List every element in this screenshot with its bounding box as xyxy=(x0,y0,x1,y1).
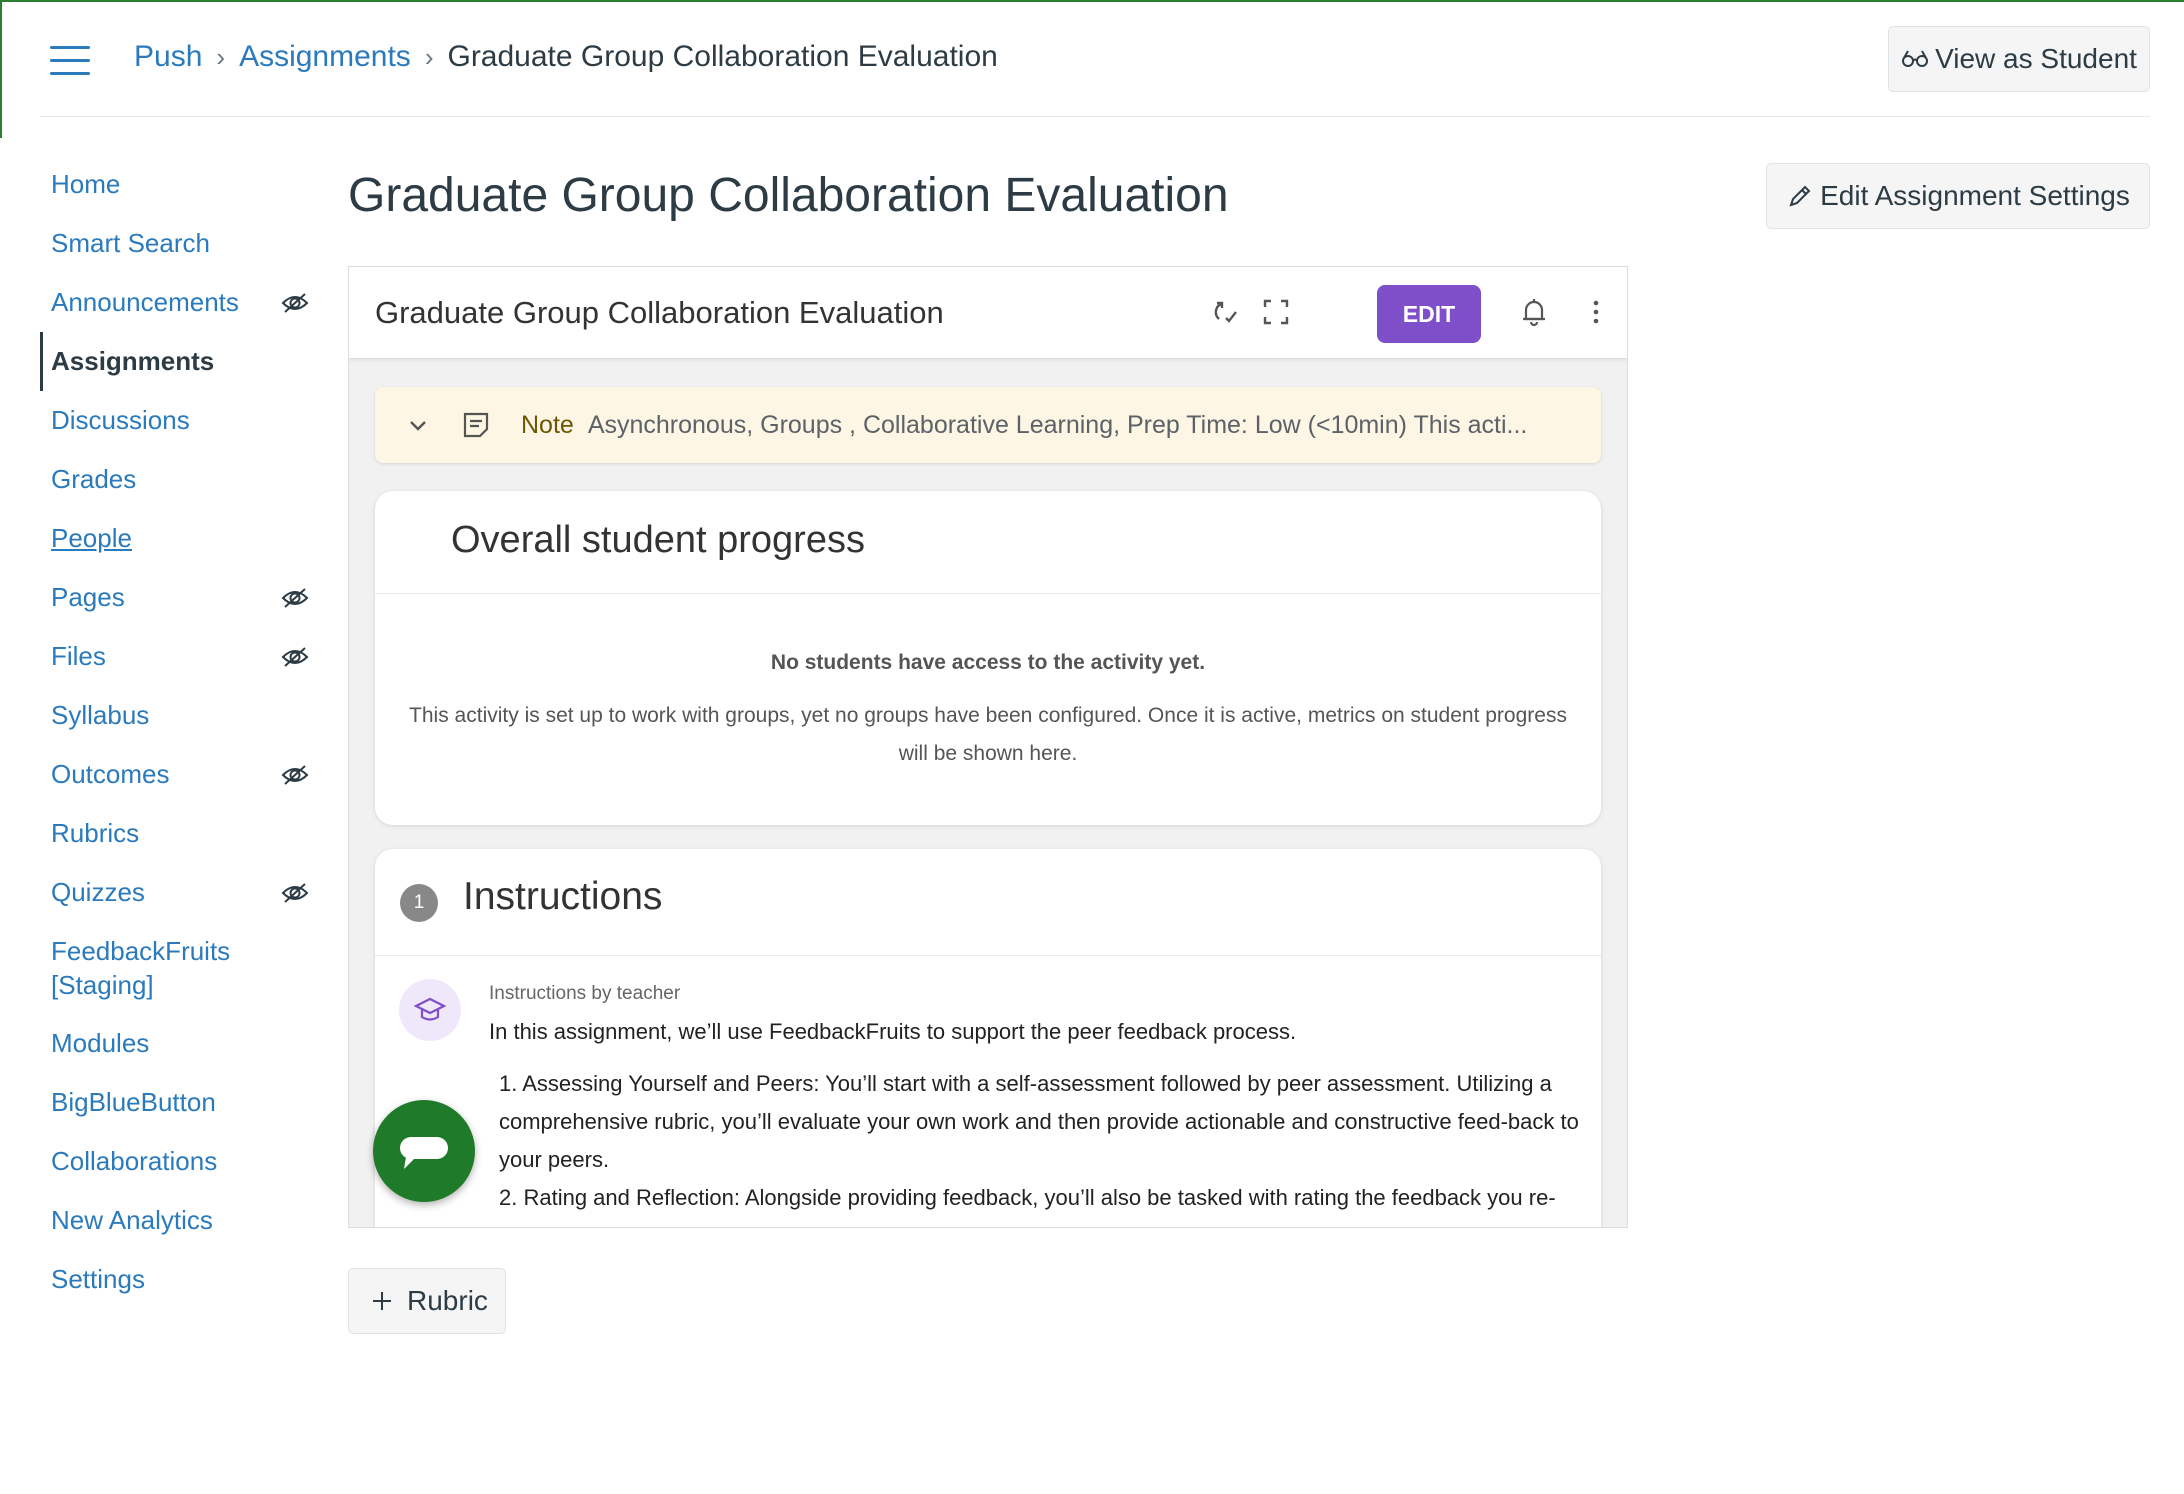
divider xyxy=(375,955,1601,956)
hamburger-menu-icon[interactable] xyxy=(50,46,90,76)
sidebar-item-smart-search[interactable]: Smart Search xyxy=(40,214,310,273)
divider xyxy=(375,593,1601,594)
chevron-right-icon: › xyxy=(216,41,226,72)
activity-header: Graduate Group Collaboration Evaluation … xyxy=(349,267,1627,359)
breadcrumb-course-link[interactable]: Push xyxy=(134,40,202,74)
graduation-cap-icon xyxy=(414,997,446,1021)
left-accent-bar xyxy=(0,0,2,138)
chat-button[interactable] xyxy=(373,1100,475,1202)
note-banner[interactable]: Note Asynchronous, Groups , Collaborativ… xyxy=(375,387,1601,463)
more-vertical-icon[interactable] xyxy=(1579,295,1613,329)
progress-empty-title: No students have access to the activity … xyxy=(770,651,1206,674)
activity-title: Graduate Group Collaboration Evaluation xyxy=(375,295,944,330)
header: Push › Assignments › Graduate Group Coll… xyxy=(40,2,2150,117)
sidebar-item-quizzes[interactable]: Quizzes xyxy=(40,863,310,922)
progress-heading: Overall student progress xyxy=(451,519,865,561)
bell-icon[interactable] xyxy=(1517,295,1551,329)
plus-icon xyxy=(373,1292,391,1310)
instructions-heading: Instructions xyxy=(463,875,663,918)
progress-empty-body: This activity is set up to work with gro… xyxy=(409,704,1567,765)
note-label: Note xyxy=(521,410,574,439)
chat-bubble-icon xyxy=(400,1137,448,1169)
eye-slash-icon xyxy=(281,646,309,667)
sidebar-item-people[interactable]: People xyxy=(40,509,310,568)
eye-slash-icon xyxy=(281,882,309,903)
instruction-step: 1. Assessing Yourself and Peers: You’ll … xyxy=(499,1071,1579,1172)
sidebar-item-settings[interactable]: Settings xyxy=(40,1250,310,1309)
view-as-student-label: View as Student xyxy=(1935,43,2137,74)
edit-assignment-settings-button[interactable]: Edit Assignment Settings xyxy=(1766,163,2150,229)
rubric-label: Rubric xyxy=(407,1285,488,1316)
pencil-icon xyxy=(1789,185,1811,207)
student-progress-card: Overall student progress No students hav… xyxy=(375,491,1601,825)
sidebar-item-bigbluebutton[interactable]: BigBlueButton xyxy=(40,1073,310,1132)
sidebar-item-discussions[interactable]: Discussions xyxy=(40,391,310,450)
step-number-badge: 1 xyxy=(400,884,438,922)
chevron-right-icon: › xyxy=(424,41,434,72)
sidebar-item-collaborations[interactable]: Collaborations xyxy=(40,1132,310,1191)
note-icon xyxy=(463,412,489,438)
sidebar-item-grades[interactable]: Grades xyxy=(40,450,310,509)
eye-slash-icon xyxy=(281,292,309,313)
instructions-author: Instructions by teacher xyxy=(489,983,681,1004)
eye-slash-icon xyxy=(281,764,309,785)
instructions-card: 1 Instructions Instructions by teacher I… xyxy=(375,849,1601,1227)
view-as-student-button[interactable]: View as Student xyxy=(1888,26,2150,92)
sidebar-item-syllabus[interactable]: Syllabus xyxy=(40,686,310,745)
breadcrumb-assignments-link[interactable]: Assignments xyxy=(239,40,411,74)
glasses-icon xyxy=(1902,50,1929,67)
sidebar-item-new-analytics[interactable]: New Analytics xyxy=(40,1191,310,1250)
breadcrumb: Push › Assignments › Graduate Group Coll… xyxy=(134,40,998,74)
sidebar-item-pages[interactable]: Pages xyxy=(40,568,310,627)
sidebar-item-feedbackfruits[interactable]: FeedbackFruits [Staging] xyxy=(40,922,310,1014)
edit-assignment-settings-label: Edit Assignment Settings xyxy=(1820,180,2130,211)
course-navigation: Home Smart Search Announcements Assignme… xyxy=(40,155,310,1309)
instructions-steps: 1. Assessing Yourself and Peers: You’ll … xyxy=(499,1065,1579,1217)
activity-panel: Graduate Group Collaboration Evaluation … xyxy=(348,266,1628,1228)
sidebar-item-files[interactable]: Files xyxy=(40,627,310,686)
breadcrumb-current: Graduate Group Collaboration Evaluation xyxy=(447,40,998,73)
sidebar-item-modules[interactable]: Modules xyxy=(40,1014,310,1073)
sync-icon[interactable] xyxy=(1209,295,1243,329)
instructions-intro: In this assignment, we’ll use FeedbackFr… xyxy=(489,1019,1297,1044)
edit-button[interactable]: EDIT xyxy=(1377,285,1481,343)
sidebar-item-announcements[interactable]: Announcements xyxy=(40,273,310,332)
sidebar-item-assignments[interactable]: Assignments xyxy=(40,332,310,391)
add-rubric-button[interactable]: Rubric xyxy=(348,1268,506,1334)
sidebar-item-outcomes[interactable]: Outcomes xyxy=(40,745,310,804)
note-text: Asynchronous, Groups , Collaborative Lea… xyxy=(587,410,1528,439)
instruction-step: 2. Rating and Reflection: Alongside prov… xyxy=(499,1185,1556,1210)
page-title: Graduate Group Collaboration Evaluation xyxy=(348,169,1229,222)
fullscreen-icon[interactable] xyxy=(1259,295,1293,329)
chevron-down-icon[interactable] xyxy=(405,412,431,438)
sidebar-item-home[interactable]: Home xyxy=(40,155,310,214)
teacher-avatar xyxy=(399,979,461,1041)
eye-slash-icon xyxy=(281,587,309,608)
sidebar-item-rubrics[interactable]: Rubrics xyxy=(40,804,310,863)
